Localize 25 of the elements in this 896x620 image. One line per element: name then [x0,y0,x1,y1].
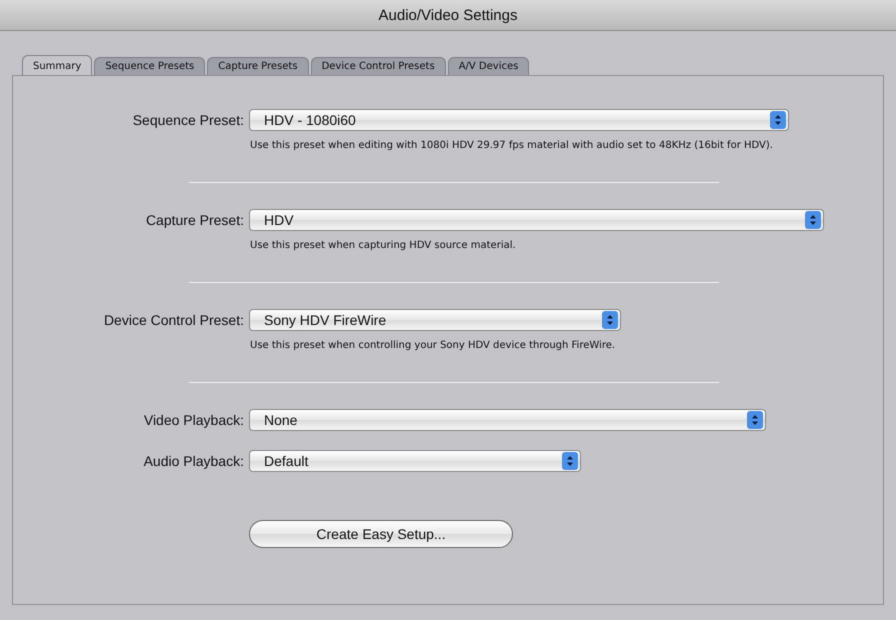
tab[interactable]: Device Control Presets [310,57,446,75]
window-title: Audio/Video Settings [378,6,518,24]
up-down-arrows-icon [770,111,786,129]
popup-menu[interactable]: Default [249,450,581,472]
field-label: Capture Preset: [144,212,245,228]
field-label: Video Playback: [142,412,245,428]
create-easy-setup-button[interactable]: Create Easy Setup... [249,520,513,548]
up-down-arrows-icon [747,411,763,429]
up-down-arrows-icon [805,211,821,229]
popup-menu[interactable]: Sony HDV FireWire [249,309,621,331]
field-label: Sequence Preset: [132,112,245,128]
preset-description: Use this preset when controlling your Sony HDV device through FireWire. [250,340,616,352]
tab[interactable]: Capture Presets [207,57,309,75]
up-down-arrows-icon [602,311,618,329]
popup-menu[interactable]: None [249,409,766,431]
tab[interactable]: Sequence Presets [94,57,206,75]
preset-description: Use this preset when capturing HDV source material. [250,240,517,252]
field-label: Audio Playback: [142,453,245,469]
popup-menu[interactable]: HDV [249,209,824,231]
up-down-arrows-icon [562,452,578,470]
tab[interactable]: Summary [22,55,92,75]
preset-description: Use this preset when editing with 1080i HDV 29.97 fps material with audio set to 48KHz (16bit for HDV). [250,140,774,152]
tab[interactable]: A/V Devices [448,57,530,75]
field-label: Device Control Preset: [102,312,245,328]
popup-menu[interactable]: HDV - 1080i60 [249,109,789,131]
